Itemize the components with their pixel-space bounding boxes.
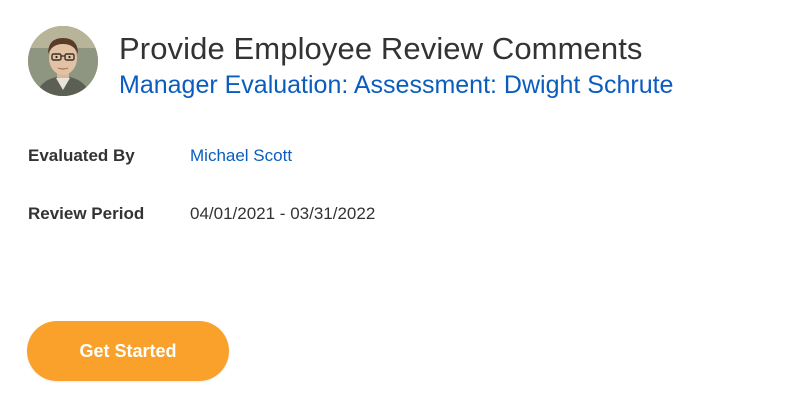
review-period-value: 04/01/2021 - 03/31/2022 [190,204,376,223]
employee-avatar[interactable] [28,26,98,96]
review-period-label: Review Period [28,204,145,223]
evaluated-by-row: Evaluated By Michael Scott [28,146,292,166]
page-title: Provide Employee Review Comments [119,31,643,66]
evaluator-link[interactable]: Michael Scott [190,146,292,166]
evaluated-by-label: Evaluated By [28,146,135,165]
header-titles: Provide Employee Review Comments Manager… [119,26,673,101]
get-started-button[interactable]: Get Started [27,321,229,381]
evaluation-link[interactable]: Manager Evaluation: Assessment: Dwight S… [119,69,673,101]
page-header: Provide Employee Review Comments Manager… [28,26,673,101]
review-period-row: Review Period 04/01/2021 - 03/31/2022 [28,204,375,224]
avatar-photo-icon [28,26,98,96]
